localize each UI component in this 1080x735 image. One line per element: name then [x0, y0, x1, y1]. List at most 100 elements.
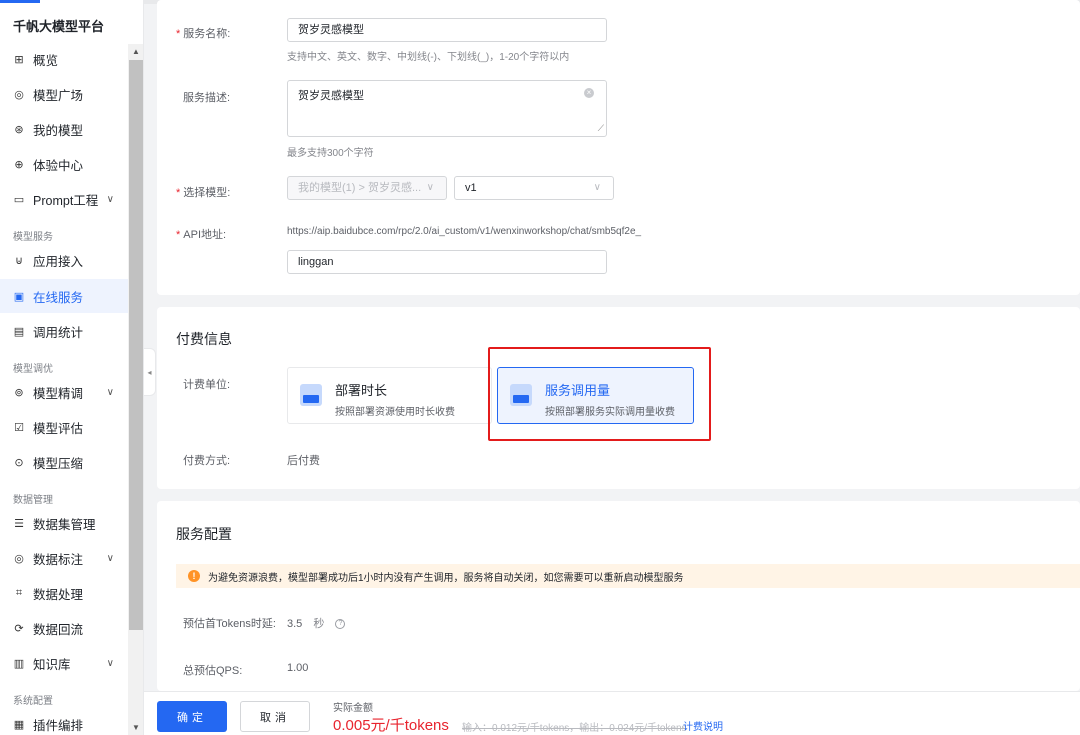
- api-label: * API地址:: [176, 229, 227, 241]
- service-config-title: 服务配置: [176, 526, 232, 542]
- sidebar-item-label: 知识库: [33, 657, 71, 672]
- resize-handle-icon[interactable]: ⟋: [598, 123, 604, 134]
- help-icon[interactable]: ?: [335, 619, 346, 630]
- sidebar-item-finetune[interactable]: ⊚ 模型精调 ∨: [0, 375, 128, 409]
- sidebar-item-label: Prompt工程: [33, 193, 99, 208]
- model-square-icon: ◎: [14, 88, 24, 101]
- sidebar-item-label: 应用接入: [33, 254, 84, 269]
- service-config-card: 服务配置 ! 为避免资源浪费，模型部署成功后1小时内没有产生调用，服务将自动关闭…: [157, 501, 1080, 691]
- my-model-icon: ⊛: [14, 123, 24, 136]
- footer-bar: 确定 取消 实际金额 0.005元/千tokens 输入：0.012元/千tok…: [144, 691, 1080, 735]
- compress-icon: ⊙: [14, 456, 24, 469]
- reflow-icon: ⟳: [14, 622, 24, 635]
- highlight-annotation-box: [488, 347, 711, 441]
- nav-group-system-config: 系统配置: [13, 696, 53, 707]
- version-select-value: v1: [465, 182, 477, 194]
- chevron-down-icon[interactable]: ∨: [107, 194, 114, 205]
- sidebar-item-label: 模型压缩: [33, 456, 84, 471]
- scroll-up-arrow-icon[interactable]: ▲: [128, 45, 143, 59]
- sidebar: 千帆大模型平台 ⊞ 概览 ◎ 模型广场 ⊛ 我的模型 ⊕ 体验中心 ▭ Prom…: [0, 0, 144, 735]
- knowledge-icon: ▥: [13, 657, 25, 670]
- sidebar-item-label: 调用统计: [33, 325, 84, 340]
- grid-icon: ⊞: [14, 53, 24, 66]
- sidebar-item-evaluate[interactable]: ☑ 模型评估: [0, 410, 128, 444]
- sidebar-item-experience[interactable]: ⊕ 体验中心: [0, 147, 128, 181]
- sidebar-item-dataset[interactable]: ☰ 数据集管理: [0, 506, 128, 540]
- chevron-down-icon[interactable]: ∨: [107, 658, 114, 669]
- clear-icon[interactable]: ×: [584, 88, 594, 98]
- sidebar-item-app-access[interactable]: ⊍ 应用接入: [0, 243, 128, 277]
- cancel-button[interactable]: 取消: [240, 701, 310, 732]
- service-desc-label: 服务描述:: [183, 92, 231, 104]
- plugin-icon: ▦: [13, 718, 25, 731]
- sidebar-item-label: 概览: [33, 53, 59, 68]
- sidebar-item-label: 体验中心: [33, 158, 84, 173]
- qps-label: 总预估QPS:: [183, 665, 243, 677]
- sidebar-item-knowledge[interactable]: ▥ 知识库 ∨: [0, 646, 128, 680]
- nav-group-data-management: 数据管理: [13, 495, 53, 506]
- sidebar-item-overview[interactable]: ⊞ 概览: [0, 42, 128, 76]
- sidebar-item-online-service[interactable]: ▣ 在线服务: [0, 279, 128, 313]
- sidebar-item-annotate[interactable]: ◎ 数据标注 ∨: [0, 541, 128, 575]
- sidebar-scroll-thumb[interactable]: [129, 60, 143, 630]
- app-access-icon: ⊍: [14, 254, 24, 267]
- dataset-icon: ☰: [14, 517, 24, 530]
- brand-title: 千帆大模型平台: [13, 19, 105, 34]
- sidebar-item-compress[interactable]: ⊙ 模型压缩: [0, 445, 128, 479]
- finetune-icon: ⊚: [14, 386, 24, 399]
- nav-group-model-service: 模型服务: [13, 232, 53, 243]
- service-name-hint: 支持中文、英文、数字、中划线(-)、下划线(_)，1-20个字符以内: [287, 52, 570, 63]
- sidebar-item-prompt[interactable]: ▭ Prompt工程 ∨: [0, 182, 128, 216]
- confirm-button[interactable]: 确定: [157, 701, 227, 732]
- sidebar-item-data-process[interactable]: ⌗ 数据处理: [0, 576, 128, 610]
- amount-label: 实际金额: [333, 703, 373, 714]
- sidebar-item-label: 模型精调: [33, 386, 84, 401]
- sidebar-item-label: 数据处理: [33, 587, 84, 602]
- sidebar-item-call-stats[interactable]: ▤ 调用统计: [0, 314, 128, 348]
- sidebar-item-data-reflow[interactable]: ⟳ 数据回流: [0, 611, 128, 645]
- service-desc-textarea[interactable]: 贺岁灵感模型 × ⟋: [287, 80, 607, 137]
- billing-method-label: 付费方式:: [183, 455, 231, 467]
- chevron-down-icon: ∨: [426, 182, 434, 193]
- process-icon: ⌗: [15, 586, 23, 599]
- first-token-latency-value: 3.5 秒 ?: [287, 615, 346, 631]
- sidebar-item-label: 数据集管理: [33, 517, 96, 532]
- warning-icon: !: [188, 570, 200, 582]
- sidebar-item-label: 模型评估: [33, 421, 84, 436]
- sidebar-item-label: 模型广场: [33, 88, 84, 103]
- sidebar-item-label: 数据标注: [33, 552, 84, 567]
- chevron-left-icon: ◂: [147, 367, 152, 377]
- api-prefix: https://aip.baidubce.com/rpc/2.0/ai_cust…: [287, 226, 642, 237]
- prompt-icon: ▭: [13, 193, 25, 206]
- sidebar-accent-bar: [0, 0, 40, 3]
- stats-icon: ▤: [13, 325, 25, 338]
- evaluate-icon: ☑: [14, 421, 24, 434]
- billing-option-duration[interactable]: 部署时长 按照部署资源使用时长收费: [287, 367, 492, 424]
- service-name-label: * 服务名称:: [176, 28, 231, 40]
- basic-info-card: * 服务名称: 贺岁灵感模型 支持中文、英文、数字、中划线(-)、下划线(_)，1…: [157, 0, 1080, 295]
- billing-explanation-link[interactable]: 计费说明: [683, 718, 723, 733]
- chevron-down-icon[interactable]: ∨: [107, 387, 114, 398]
- first-token-latency-label: 预估首Tokens时延:: [183, 618, 276, 630]
- version-select[interactable]: v1 ∨: [454, 176, 614, 200]
- model-select-label: * 选择模型:: [176, 187, 231, 199]
- scroll-down-arrow-icon[interactable]: ▼: [128, 721, 143, 735]
- chevron-down-icon: ∨: [593, 182, 601, 193]
- api-suffix-input[interactable]: linggan: [287, 250, 607, 274]
- service-name-input[interactable]: 贺岁灵感模型: [287, 18, 607, 42]
- experience-icon: ⊕: [14, 158, 24, 171]
- chevron-down-icon[interactable]: ∨: [107, 553, 114, 564]
- sidebar-item-plugin[interactable]: ▦ 插件编排: [0, 707, 128, 735]
- service-desc-value: 贺岁灵感模型: [298, 90, 364, 102]
- warning-banner: ! 为避免资源浪费，模型部署成功后1小时内没有产生调用，服务将自动关闭，如您需要…: [176, 564, 1080, 588]
- billing-option-title: 部署时长: [335, 383, 388, 398]
- sidebar-item-model-square[interactable]: ◎ 模型广场: [0, 77, 128, 111]
- sidebar-item-label: 数据回流: [33, 622, 84, 637]
- warning-text: 为避免资源浪费，模型部署成功后1小时内没有产生调用，服务将自动关闭，如您需要可以…: [208, 572, 684, 584]
- service-desc-hint: 最多支持300个字符: [287, 148, 374, 159]
- amount-detail: 输入：0.012元/千tokens，输出：0.024元/千tokens: [462, 723, 687, 734]
- deployment-duration-icon: [300, 384, 322, 406]
- qps-value: 1.00: [287, 662, 309, 674]
- sidebar-item-my-models[interactable]: ⊛ 我的模型: [0, 112, 128, 146]
- sidebar-collapse-handle[interactable]: ◂: [144, 348, 156, 396]
